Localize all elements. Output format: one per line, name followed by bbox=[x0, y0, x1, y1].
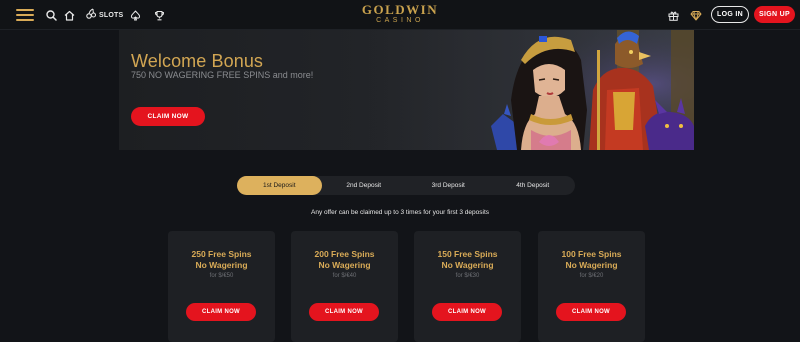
nav-slots-label: SLOTS bbox=[99, 11, 124, 19]
banner-title: Welcome Bonus bbox=[131, 51, 264, 71]
offer-note: Any offer can be claimed up to 3 times f… bbox=[311, 209, 489, 216]
offer-card: 150 Free Spins No Wagering for $/€30 CLA… bbox=[414, 231, 521, 342]
offer-price: for $/€50 bbox=[209, 273, 234, 279]
offer-card: 200 Free Spins No Wagering for $/€40 CLA… bbox=[291, 231, 398, 342]
offer-subtitle: No Wagering bbox=[318, 260, 371, 270]
offer-subtitle: No Wagering bbox=[195, 260, 248, 270]
deposit-tabs: 1st Deposit 2nd Deposit 3rd Deposit 4th … bbox=[237, 176, 575, 195]
cherry-icon bbox=[86, 6, 97, 24]
banner-claim-button[interactable]: CLAIM NOW bbox=[131, 107, 205, 126]
offer-claim-button[interactable]: CLAIM NOW bbox=[432, 303, 502, 321]
offer-subtitle: No Wagering bbox=[441, 260, 494, 270]
diamond-icon[interactable] bbox=[688, 7, 704, 23]
spade-icon[interactable] bbox=[127, 7, 143, 23]
welcome-bonus-banner: Welcome Bonus 750 NO WAGERING FREE SPINS… bbox=[119, 30, 694, 150]
offer-title: 100 Free Spins bbox=[561, 249, 622, 259]
banner-subtitle: 750 NO WAGERING FREE SPINS and more! bbox=[131, 70, 314, 80]
offer-claim-button[interactable]: CLAIM NOW bbox=[186, 303, 256, 321]
login-button[interactable]: LOG IN bbox=[711, 6, 749, 23]
top-navbar: SLOTS GOLDWIN CASINO LOG IN SIGN UP bbox=[0, 0, 800, 30]
egyptian-characters-illustration bbox=[349, 30, 694, 150]
offer-claim-button[interactable]: CLAIM NOW bbox=[556, 303, 626, 321]
search-icon[interactable] bbox=[43, 7, 59, 23]
gift-icon[interactable] bbox=[665, 7, 681, 23]
offer-price: for $/€20 bbox=[579, 273, 604, 279]
offer-card: 100 Free Spins No Wagering for $/€20 CLA… bbox=[538, 231, 645, 342]
offer-title: 150 Free Spins bbox=[437, 249, 498, 259]
offer-subtitle: No Wagering bbox=[565, 260, 618, 270]
tab-3rd-deposit[interactable]: 3rd Deposit bbox=[406, 176, 491, 195]
offer-title: 250 Free Spins bbox=[191, 249, 252, 259]
offer-claim-button[interactable]: CLAIM NOW bbox=[309, 303, 379, 321]
nav-slots[interactable]: SLOTS bbox=[86, 7, 123, 23]
offer-title: 200 Free Spins bbox=[314, 249, 375, 259]
tab-2nd-deposit[interactable]: 2nd Deposit bbox=[322, 176, 407, 195]
trophy-icon[interactable] bbox=[151, 7, 167, 23]
signup-button[interactable]: SIGN UP bbox=[754, 6, 795, 23]
tab-1st-deposit[interactable]: 1st Deposit bbox=[237, 176, 322, 195]
offer-price: for $/€30 bbox=[455, 273, 480, 279]
hamburger-menu-icon[interactable] bbox=[16, 7, 34, 23]
tab-4th-deposit[interactable]: 4th Deposit bbox=[491, 176, 576, 195]
offer-card: 250 Free Spins No Wagering for $/€50 CLA… bbox=[168, 231, 275, 342]
home-icon[interactable] bbox=[61, 7, 77, 23]
offer-price: for $/€40 bbox=[332, 273, 357, 279]
